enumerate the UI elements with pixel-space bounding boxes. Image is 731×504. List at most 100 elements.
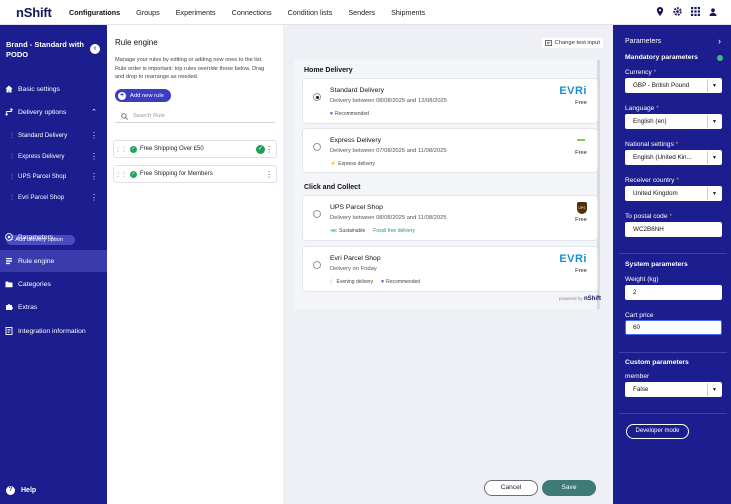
more-options-icon[interactable]: ⋮ (265, 170, 273, 179)
option-radio[interactable] (313, 93, 321, 101)
add-new-rule-button[interactable]: + Add new rule (115, 89, 171, 102)
system-parameters-heading: System parameters (625, 261, 688, 268)
chevron-down-icon[interactable]: ▼ (707, 151, 721, 164)
option-radio[interactable] (313, 143, 321, 151)
drag-handle-icon[interactable]: ⋮⋮ (115, 171, 127, 178)
receiver-country-select[interactable]: United Kingdom ▼ (625, 186, 722, 201)
active-check-icon: ✓ (130, 170, 137, 178)
delivery-option-card[interactable]: Express Delivery Delivery between 07/08/… (302, 128, 598, 173)
drag-handle-icon[interactable]: ⋮⋮ (115, 146, 127, 153)
parameters-panel: Parameters › Mandatory parameters Curren… (613, 25, 731, 504)
chevron-right-icon[interactable]: › (718, 36, 721, 46)
puzzle-icon (5, 303, 13, 311)
heart-icon: ♥ (330, 111, 333, 117)
delivery-option-card[interactable]: UPS Parcel Shop Delivery between 08/08/2… (302, 195, 598, 241)
location-pin-icon[interactable] (656, 7, 664, 16)
sidebar-item-categories[interactable]: Categories (0, 274, 107, 294)
active-check-icon: ✓ (130, 145, 137, 153)
status-dot-icon (717, 55, 723, 61)
delivery-sub-item[interactable]: ⋮ UPS Parcel Shop ⋮ (0, 167, 107, 185)
chevron-down-icon[interactable]: ▼ (707, 187, 721, 200)
more-options-icon[interactable]: ⋮ (90, 172, 98, 181)
more-options-icon[interactable]: ⋮ (265, 145, 273, 154)
chevron-up-icon[interactable]: ⌃ (91, 108, 97, 116)
sidebar-item-delivery-options[interactable]: Delivery options ⌃ (0, 102, 107, 122)
evri-logo: EVRi (559, 253, 587, 265)
help-button[interactable]: ? Help (6, 486, 36, 495)
postal-code-label: To postal code * (625, 213, 672, 220)
leaf-icon: ⋘ (330, 228, 338, 234)
lightning-icon: ⚡ (330, 161, 337, 167)
delivery-option-card[interactable]: Evri Parcel Shop Delivery on Friday ☾ Eve… (302, 246, 598, 292)
national-settings-label: National settings * (625, 141, 679, 148)
rule-row[interactable]: ⋮⋮ ✓ Free Shipping Over £50 ✓ ⋮ (113, 140, 277, 158)
cart-price-input[interactable]: 60 (625, 320, 722, 335)
delivery-sub-item[interactable]: ⋮ Standard Delivery ⋮ (0, 126, 107, 144)
moon-icon: ☾ (330, 279, 335, 285)
sidebar-item-integration-information[interactable]: Integration information (0, 321, 107, 341)
postal-code-input[interactable]: WC2B6NH (625, 222, 722, 237)
language-select[interactable]: English (en) ▼ (625, 114, 722, 129)
weight-input[interactable]: 2 (625, 285, 722, 300)
member-select[interactable]: False ▼ (625, 382, 722, 397)
drag-handle-icon[interactable]: ⋮ (9, 173, 15, 180)
search-rule-input[interactable]: Search Rule (115, 110, 275, 123)
delivery-sub-item[interactable]: ⋮ Express Delivery ⋮ (0, 147, 107, 165)
sidebar-item-parameters[interactable]: Parameters (0, 227, 107, 247)
chevron-down-icon[interactable]: ▼ (707, 79, 721, 92)
option-radio[interactable] (313, 210, 321, 218)
more-options-icon[interactable]: ⋮ (90, 152, 98, 161)
ups-logo: UPS (577, 202, 587, 214)
sidebar-item-extras[interactable]: Extras (0, 297, 107, 317)
plus-icon: + (118, 91, 126, 100)
more-options-icon[interactable]: ⋮ (90, 193, 98, 202)
carrier-logo-icon (577, 139, 585, 141)
collapse-sidebar-button[interactable]: ‹ (90, 44, 100, 54)
gear-icon[interactable] (673, 7, 682, 16)
rule-name: Free Shipping for Members (140, 171, 213, 177)
nav-experiments[interactable]: Experiments (176, 8, 216, 17)
rule-name: Free Shipping Over £50 (140, 146, 204, 152)
folder-icon (5, 280, 13, 288)
save-button[interactable]: Save (542, 480, 596, 496)
currency-select[interactable]: GBP - British Pound ▼ (625, 78, 722, 93)
drag-handle-icon[interactable]: ⋮ (9, 194, 15, 201)
sidebar-item-rule-engine[interactable]: Rule engine (0, 250, 107, 272)
divider (619, 413, 727, 414)
apps-grid-icon[interactable] (691, 7, 700, 16)
evri-logo: EVRi (559, 85, 587, 97)
user-icon[interactable] (709, 7, 717, 16)
nshift-logo[interactable]: nShift (16, 5, 66, 20)
custom-parameters-heading: Custom parameters (625, 359, 689, 366)
nav-connections[interactable]: Connections (232, 8, 272, 17)
home-icon (5, 85, 13, 93)
document-icon (5, 327, 13, 335)
drag-handle-icon[interactable]: ⋮ (9, 132, 15, 139)
drag-handle-icon[interactable]: ⋮ (9, 153, 15, 160)
nav-condition-lists[interactable]: Condition lists (288, 8, 333, 17)
nav-senders[interactable]: Senders (348, 8, 375, 17)
more-options-icon[interactable]: ⋮ (90, 131, 98, 140)
chevron-down-icon[interactable]: ▼ (707, 115, 721, 128)
delivery-sub-item[interactable]: ⋮ Evri Parcel Shop ⋮ (0, 188, 107, 206)
sliders-icon (5, 233, 13, 241)
brand-title: Brand - Standard with PODO (6, 40, 84, 59)
nav-shipments[interactable]: Shipments (391, 8, 425, 17)
question-icon: ? (6, 486, 15, 495)
nav-groups[interactable]: Groups (136, 8, 160, 17)
divider (619, 352, 727, 353)
nav-configurations[interactable]: Configurations (69, 8, 120, 17)
developer-mode-button[interactable]: Developer mode (626, 424, 689, 439)
rule-engine-panel: Rule engine Manage your rules by editing… (107, 25, 283, 504)
option-radio[interactable] (313, 261, 321, 269)
sidebar-item-basic-settings[interactable]: Basic settings (0, 79, 107, 99)
search-icon (121, 112, 128, 120)
top-bar: nShift Configurations Groups Experiments… (0, 0, 731, 25)
chevron-down-icon[interactable]: ▼ (707, 383, 721, 396)
currency-label: Currency * (625, 69, 657, 76)
delivery-option-card[interactable]: Standard Delivery Delivery between 08/08… (302, 78, 598, 124)
national-settings-select[interactable]: English (United Kin... ▼ (625, 150, 722, 165)
rule-row[interactable]: ⋮⋮ ✓ Free Shipping for Members ⋮ (113, 165, 277, 183)
cancel-button[interactable]: Cancel (484, 480, 538, 496)
change-test-input-button[interactable]: Change test input (541, 38, 603, 48)
